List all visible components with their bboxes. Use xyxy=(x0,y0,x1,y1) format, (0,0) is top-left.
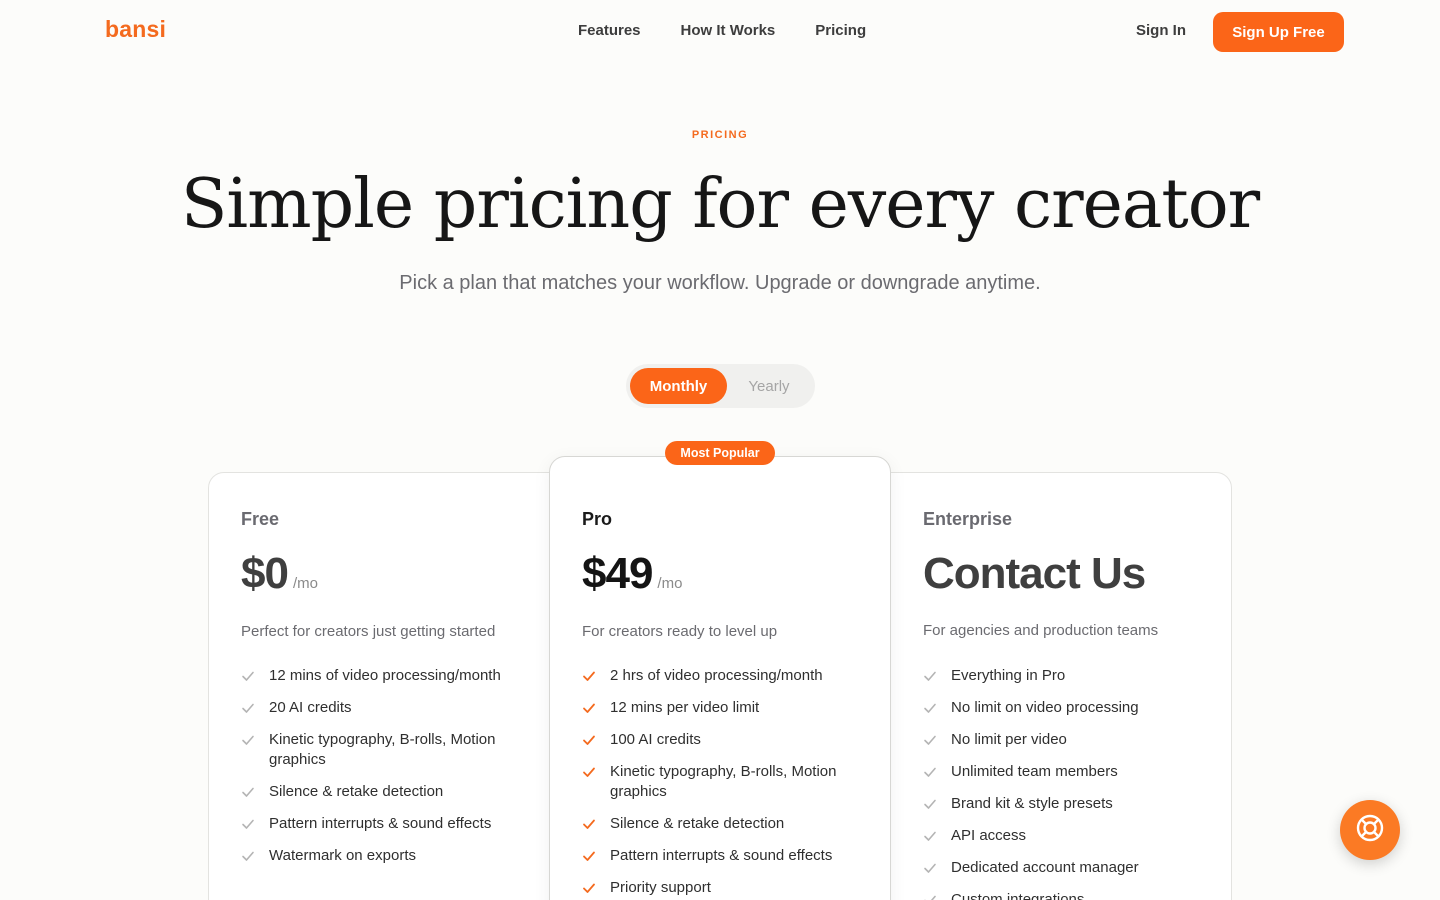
check-icon xyxy=(923,861,937,875)
sign-in-link[interactable]: Sign In xyxy=(1136,22,1186,39)
feature-item: Silence & retake detection xyxy=(582,814,862,834)
feature-item: Everything in Pro xyxy=(923,666,1203,686)
feature-item: 2 hrs of video processing/month xyxy=(582,666,862,686)
nav-features-link[interactable]: Features xyxy=(578,22,641,39)
feature-item: API access xyxy=(923,826,1203,846)
plan-description: For creators ready to level up xyxy=(582,623,778,640)
check-icon xyxy=(582,849,596,863)
check-icon xyxy=(582,701,596,715)
feature-item: Watermark on exports xyxy=(241,846,521,866)
price-period: /mo xyxy=(292,575,318,592)
nav-pricing-link[interactable]: Pricing xyxy=(815,22,866,39)
plan-card-enterprise: Enterprise Contact Us For agencies and p… xyxy=(890,472,1232,900)
feature-item: Kinetic typography, B-rolls, Motion grap… xyxy=(582,762,862,802)
plan-name: Pro xyxy=(582,509,613,529)
nav-links: Features How It Works Pricing xyxy=(578,22,866,39)
help-chat-button[interactable] xyxy=(1340,800,1400,860)
page-title: Simple pricing for every creator xyxy=(180,165,1260,244)
check-icon xyxy=(923,669,937,683)
check-icon xyxy=(582,733,596,747)
billing-yearly-option[interactable]: Yearly xyxy=(727,368,811,404)
check-icon xyxy=(582,881,596,895)
check-icon xyxy=(241,701,255,715)
check-icon xyxy=(241,849,255,863)
feature-item: Unlimited team members xyxy=(923,762,1203,782)
price-row: $0 /mo xyxy=(241,549,318,599)
feature-item: Kinetic typography, B-rolls, Motion grap… xyxy=(241,730,521,770)
nav-how-it-works-link[interactable]: How It Works xyxy=(681,22,776,39)
billing-monthly-option[interactable]: Monthly xyxy=(630,368,727,404)
pricing-page: bansi Features How It Works Pricing Sign… xyxy=(0,0,1440,900)
check-icon xyxy=(923,765,937,779)
feature-item: Pattern interrupts & sound effects xyxy=(241,814,521,834)
feature-item: No limit on video processing xyxy=(923,698,1203,718)
feature-item: 12 mins of video processing/month xyxy=(241,666,521,686)
lifebuoy-icon xyxy=(1355,813,1385,848)
plan-price: Contact Us xyxy=(923,549,1146,598)
plan-description: For agencies and production teams xyxy=(923,622,1159,639)
feature-item: Custom integrations xyxy=(923,890,1203,900)
price-row: $49 /mo xyxy=(582,549,682,599)
check-icon xyxy=(582,765,596,779)
check-icon xyxy=(241,785,255,799)
check-icon xyxy=(923,701,937,715)
feature-item: Priority support xyxy=(582,878,862,898)
price-period: /mo xyxy=(657,575,683,592)
most-popular-badge: Most Popular xyxy=(665,441,775,465)
feature-list: 2 hrs of video processing/month 12 mins … xyxy=(582,666,862,900)
price-row: Contact Us xyxy=(923,549,1146,599)
plan-card-pro: Pro $49 /mo For creators ready to level … xyxy=(549,456,891,900)
check-icon xyxy=(923,893,937,900)
feature-item: Pattern interrupts & sound effects xyxy=(582,846,862,866)
plan-name: Enterprise xyxy=(923,509,1013,529)
check-icon xyxy=(241,733,255,747)
top-nav: bansi Features How It Works Pricing Sign… xyxy=(0,0,1440,64)
check-icon xyxy=(923,797,937,811)
plan-price: $49 xyxy=(582,549,653,598)
feature-item: No limit per video xyxy=(923,730,1203,750)
plan-name: Free xyxy=(241,509,280,529)
billing-toggle: Monthly Yearly xyxy=(626,364,815,408)
sign-up-free-button[interactable]: Sign Up Free xyxy=(1213,12,1344,52)
check-icon xyxy=(582,669,596,683)
feature-item: Dedicated account manager xyxy=(923,858,1203,878)
section-eyebrow: PRICING xyxy=(691,129,749,141)
feature-item: Brand kit & style presets xyxy=(923,794,1203,814)
bansi-logo[interactable]: bansi xyxy=(105,16,166,43)
check-icon xyxy=(923,829,937,843)
page-subtitle: Pick a plan that matches your workflow. … xyxy=(399,272,1041,294)
plan-description: Perfect for creators just getting starte… xyxy=(241,623,496,640)
feature-list: 12 mins of video processing/month 20 AI … xyxy=(241,666,521,878)
feature-item: 12 mins per video limit xyxy=(582,698,862,718)
plan-price: $0 xyxy=(241,549,289,598)
check-icon xyxy=(582,817,596,831)
feature-item: Silence & retake detection xyxy=(241,782,521,802)
feature-item: 100 AI credits xyxy=(582,730,862,750)
check-icon xyxy=(241,817,255,831)
feature-item: 20 AI credits xyxy=(241,698,521,718)
check-icon xyxy=(241,669,255,683)
check-icon xyxy=(923,733,937,747)
plan-card-free: Free $0 /mo Perfect for creators just ge… xyxy=(208,472,550,900)
feature-list: Everything in Pro No limit on video proc… xyxy=(923,666,1203,900)
